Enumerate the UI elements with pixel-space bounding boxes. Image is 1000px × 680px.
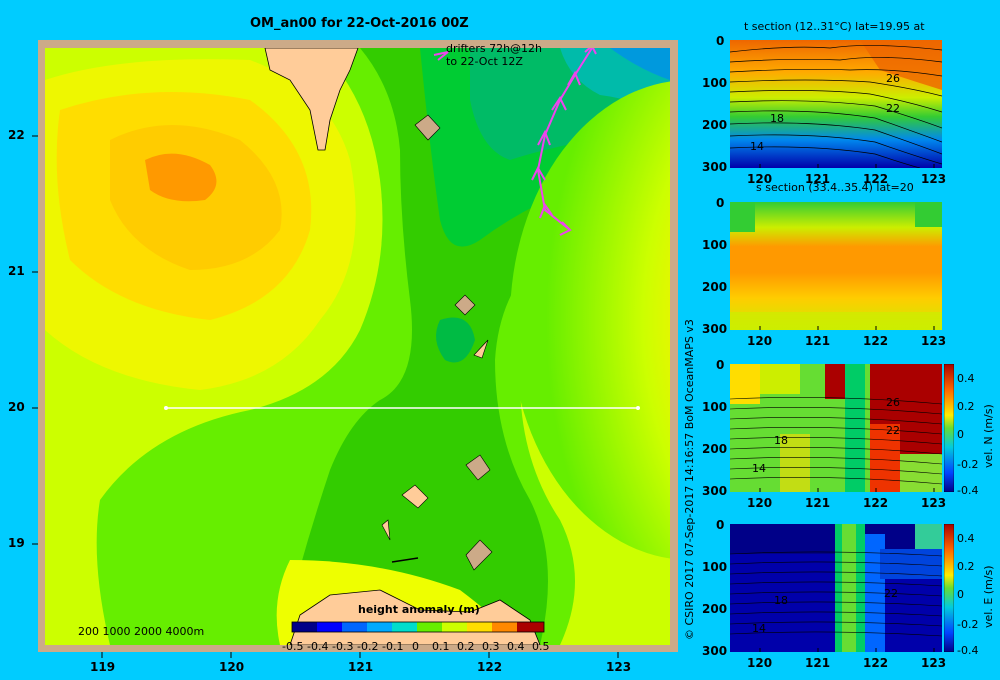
t-contour-label: 14 (750, 140, 764, 153)
x-tick-label: 120 (219, 660, 245, 674)
t-contour-label: 22 (886, 102, 900, 115)
vel-n-colorbar (944, 364, 954, 492)
vn-cb-label: vel. N (m/s) (982, 404, 995, 468)
colorbar-tick: 0.2 (457, 640, 475, 653)
colorbar-tick: -0.1 (382, 640, 404, 653)
s-section-title: s section (33.4..35.4) lat=20 (756, 181, 914, 194)
side-x-tick: 121 (805, 172, 831, 186)
side-x-tick: 120 (747, 656, 773, 670)
ve-contour-label: 22 (884, 587, 898, 600)
colorbar-title: height anomaly (m) (358, 603, 480, 616)
t-section-title: t section (12..31°C) lat=19.95 at (744, 20, 925, 33)
side-y-tick: 200 (702, 280, 728, 294)
drifters-label-2: to 22-Oct 12Z (446, 55, 523, 68)
drifters-label-1: drifters 72h@12h (446, 42, 543, 55)
ve-cb-label: vel. E (m/s) (982, 565, 995, 628)
side-x-tick: 121 (805, 334, 831, 348)
side-y-tick: 100 (702, 400, 728, 414)
side-x-tick: 122 (863, 496, 889, 510)
colorbar-tick: 0 (412, 640, 419, 653)
colorbar-tick: 0.4 (507, 640, 525, 653)
ve-cb-tick: 0.4 (957, 532, 975, 545)
y-tick-label: 20 (8, 400, 25, 414)
ve-contour-label: 14 (752, 622, 766, 635)
colorbar-tick: -0.4 (307, 640, 329, 653)
vn-cb-tick: 0.4 (957, 372, 975, 385)
height-anomaly-map (32, 40, 678, 658)
side-x-tick: 123 (921, 656, 947, 670)
x-tick-label: 119 (90, 660, 116, 674)
side-y-tick: 0 (716, 34, 725, 48)
vn-cb-tick: 0.2 (957, 400, 975, 413)
side-y-tick: 300 (702, 484, 728, 498)
side-y-tick: 200 (702, 118, 728, 132)
colorbar-tick: -0.5 (282, 640, 304, 653)
vn-contour-label: 18 (774, 434, 788, 447)
x-tick-label: 122 (477, 660, 503, 674)
x-tick-label: 123 (606, 660, 632, 674)
y-tick-label: 19 (8, 536, 25, 550)
side-x-tick: 123 (921, 172, 947, 186)
vn-contour-label: 22 (886, 424, 900, 437)
side-y-tick: 0 (716, 518, 725, 532)
credit-text: © CSIRO 2017 07-Sep-2017 14:16:57 BoM Oc… (683, 319, 696, 640)
side-y-tick: 0 (716, 358, 725, 372)
side-y-tick: 200 (702, 602, 728, 616)
side-y-tick: 300 (702, 644, 728, 658)
vel-e-colorbar (944, 524, 954, 652)
vn-contour-label: 14 (752, 462, 766, 475)
colorbar-tick: -0.2 (357, 640, 379, 653)
side-y-tick: 300 (702, 160, 728, 174)
side-y-tick: 200 (702, 442, 728, 456)
side-y-tick: 100 (702, 560, 728, 574)
ve-cb-tick: 0 (957, 588, 964, 601)
side-y-tick: 100 (702, 76, 728, 90)
side-x-tick: 120 (747, 496, 773, 510)
ve-cb-tick: -0.2 (957, 618, 979, 631)
side-x-tick: 120 (747, 172, 773, 186)
side-y-tick: 0 (716, 196, 725, 210)
colorbar-tick-labels: -0.5 -0.4 -0.3 -0.2 -0.1 0 0.1 0.2 0.3 0… (282, 640, 554, 654)
ve-cb-tick: -0.4 (957, 644, 979, 657)
side-x-tick: 120 (747, 334, 773, 348)
vn-cb-tick: -0.4 (957, 484, 979, 497)
colorbar-tick: 0.3 (482, 640, 500, 653)
side-y-tick: 300 (702, 322, 728, 336)
side-x-tick: 121 (805, 656, 831, 670)
height-colorbar (291, 621, 545, 633)
depth-legend: 200 1000 2000 4000m (78, 625, 205, 638)
side-y-tick: 100 (702, 238, 728, 252)
side-x-tick: 123 (921, 334, 947, 348)
s-section-panel (730, 202, 942, 330)
t-contour-label: 18 (770, 112, 784, 125)
ve-contour-label: 18 (774, 594, 788, 607)
colorbar-tick: 0.5 (532, 640, 550, 653)
vn-cb-tick: -0.2 (957, 458, 979, 471)
side-x-tick: 122 (863, 656, 889, 670)
side-x-tick: 123 (921, 496, 947, 510)
ve-cb-tick: 0.2 (957, 560, 975, 573)
y-tick-label: 21 (8, 264, 25, 278)
vn-cb-tick: 0 (957, 428, 964, 441)
side-x-tick: 122 (863, 172, 889, 186)
side-x-tick: 122 (863, 334, 889, 348)
vn-contour-label: 26 (886, 396, 900, 409)
side-x-tick: 121 (805, 496, 831, 510)
y-tick-label: 22 (8, 128, 25, 142)
colorbar-tick: -0.3 (332, 640, 354, 653)
x-tick-label: 121 (348, 660, 374, 674)
t-contour-label: 26 (886, 72, 900, 85)
colorbar-tick: 0.1 (432, 640, 450, 653)
